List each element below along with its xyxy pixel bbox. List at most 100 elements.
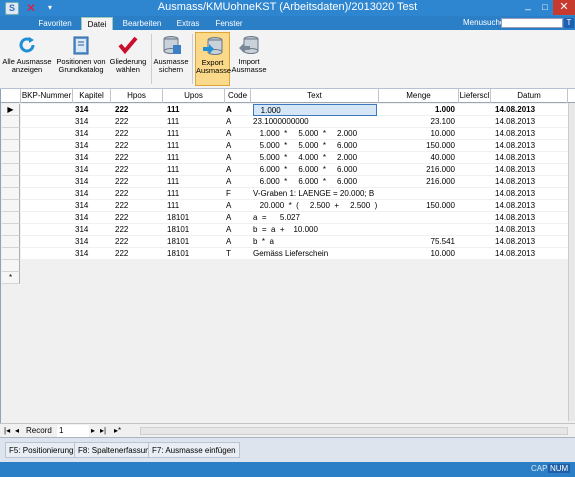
cell-datum[interactable]: 14.08.2013	[495, 188, 565, 200]
f5-positionierung-button[interactable]: F5: Positionierung	[5, 442, 78, 458]
cell-datum[interactable]: 14.08.2013	[495, 116, 565, 128]
cell-kapitel[interactable]: 314	[75, 104, 109, 116]
column-header-text[interactable]: Text	[251, 89, 379, 103]
cell-datum[interactable]: 14.08.2013	[495, 212, 565, 224]
new-record-marker[interactable]: *	[2, 272, 20, 284]
cell-code[interactable]: A	[226, 236, 248, 248]
cell-text[interactable]: 1.000 * 5.000 * 2.000	[253, 128, 377, 140]
cell-upos[interactable]: 111	[167, 164, 223, 176]
cell-upos[interactable]: 18101	[167, 224, 223, 236]
cell-upos[interactable]: 111	[167, 176, 223, 188]
cell-datum[interactable]: 14.08.2013	[495, 152, 565, 164]
cell-upos[interactable]: 111	[167, 128, 223, 140]
cell-menge[interactable]: 75.541	[381, 236, 455, 248]
row-selector[interactable]	[2, 200, 20, 212]
cell-code[interactable]: A	[226, 104, 248, 116]
cell-text[interactable]: 23.1000000000	[253, 116, 377, 128]
cell-kapitel[interactable]: 314	[75, 200, 109, 212]
cell-datum[interactable]: 14.08.2013	[495, 164, 565, 176]
tab-extras[interactable]: Extras	[171, 17, 205, 30]
table-row[interactable]: 314 222 18101 Ab * a 75.541 14.08.2013	[1, 236, 575, 248]
column-header-bkp[interactable]: BKP-Nummer	[21, 89, 73, 103]
row-selector[interactable]	[2, 236, 20, 248]
row-selector[interactable]	[2, 176, 20, 188]
cell-hpos[interactable]: 222	[115, 164, 155, 176]
positionen-von-grundkatalog-button[interactable]: Positionen von Grundkatalog	[55, 32, 107, 86]
table-row[interactable]: 314 222 111 A 6.000 * 6.000 * 6.000 216.000 1…	[1, 164, 575, 176]
cell-code[interactable]: A	[226, 116, 248, 128]
row-selector[interactable]	[2, 224, 20, 236]
cell-kapitel[interactable]: 314	[75, 116, 109, 128]
cell-text[interactable]: 6.000 * 6.000 * 6.000	[253, 176, 377, 188]
menusuche-input[interactable]	[501, 18, 563, 28]
row-selector[interactable]	[2, 164, 20, 176]
cell-code[interactable]: A	[226, 224, 248, 236]
tab-fenster[interactable]: Fenster	[210, 17, 248, 30]
cell-hpos[interactable]: 222	[115, 140, 155, 152]
row-selector[interactable]	[2, 212, 20, 224]
cell-code[interactable]: A	[226, 152, 248, 164]
column-header-menge[interactable]: Menge	[379, 89, 459, 103]
table-row[interactable]: 314 222 18101 T Gemäss Lieferschein 10.000 14.…	[1, 248, 575, 260]
cell-menge[interactable]: 150.000	[381, 200, 455, 212]
gliederung-waehlen-button[interactable]: Gliederung wählen	[107, 32, 149, 86]
cell-hpos[interactable]: 222	[115, 212, 155, 224]
cell-datum[interactable]: 14.08.2013	[495, 236, 565, 248]
cell-datum[interactable]: 14.08.2013	[495, 128, 565, 140]
row-selector[interactable]	[2, 260, 20, 272]
minimize-button[interactable]: _	[521, 0, 535, 14]
previous-record-button[interactable]: ◂	[15, 425, 19, 437]
table-row[interactable]: ▶ 314 222 111 A 1.000 1.000 14.08.2013	[1, 104, 575, 116]
cell-menge[interactable]: 10.000	[381, 128, 455, 140]
table-row[interactable]: 314 222 18101 Ab = a + 10.000 14.08.2013	[1, 224, 575, 236]
table-row[interactable]: 314 222 111 A 23.1000000000 23.100 14.08.2013	[1, 116, 575, 128]
cell-upos[interactable]: 111	[167, 152, 223, 164]
cell-menge[interactable]	[381, 224, 455, 236]
cell-hpos[interactable]: 222	[115, 104, 155, 116]
cell-code[interactable]: A	[226, 128, 248, 140]
last-record-button[interactable]: ▸|	[100, 425, 106, 437]
row-selector[interactable]	[2, 140, 20, 152]
column-header-kapitel[interactable]: Kapitel	[73, 89, 111, 103]
cell-text[interactable]: Gemäss Lieferschein	[253, 248, 377, 260]
cell-text[interactable]: b * a	[253, 236, 377, 248]
cell-text[interactable]: 1.000	[253, 104, 377, 116]
cell-code[interactable]: A	[226, 176, 248, 188]
cell-menge[interactable]: 1.000	[381, 104, 455, 116]
column-header-datum[interactable]: Datum	[491, 89, 568, 103]
cell-kapitel[interactable]: 314	[75, 248, 109, 260]
alle-ausmasse-anzeigen-button[interactable]: Alle Ausmasse anzeigen	[2, 32, 52, 86]
cell-datum[interactable]: 14.08.2013	[495, 140, 565, 152]
cell-code[interactable]: A	[226, 140, 248, 152]
cell-hpos[interactable]: 222	[115, 128, 155, 140]
cell-hpos[interactable]: 222	[115, 248, 155, 260]
cell-datum[interactable]: 14.08.2013	[495, 248, 565, 260]
cell-hpos[interactable]: 222	[115, 224, 155, 236]
table-row[interactable]: 314 222 111 A 20.000 * ( 2.500 + 2.500 ) 150…	[1, 200, 575, 212]
cell-code[interactable]: A	[226, 164, 248, 176]
cell-upos[interactable]: 18101	[167, 212, 223, 224]
cell-kapitel[interactable]: 314	[75, 128, 109, 140]
cell-text[interactable]: b = a + 10.000	[253, 224, 377, 236]
cell-kapitel[interactable]: 314	[75, 152, 109, 164]
cell-text[interactable]: a = 5.027	[253, 212, 377, 224]
cell-code[interactable]: A	[226, 200, 248, 212]
cell-kapitel[interactable]: 314	[75, 164, 109, 176]
f7-ausmasse-einfuegen-button[interactable]: F7: Ausmasse einfügen	[148, 442, 240, 458]
cell-code[interactable]: T	[226, 248, 248, 260]
cell-hpos[interactable]: 222	[115, 176, 155, 188]
column-header-upos[interactable]: Upos	[163, 89, 225, 103]
cell-hpos[interactable]: 222	[115, 236, 155, 248]
cell-upos[interactable]: 111	[167, 140, 223, 152]
first-record-button[interactable]: |◂	[4, 425, 10, 437]
column-header-lieferschein[interactable]: Lieferscl	[459, 89, 491, 103]
cell-upos[interactable]: 111	[167, 104, 223, 116]
tab-datei[interactable]: Datei	[81, 17, 113, 30]
cell-menge[interactable]: 216.000	[381, 164, 455, 176]
cell-menge[interactable]: 10.000	[381, 248, 455, 260]
export-ausmasse-button[interactable]: Export Ausmasse	[195, 32, 231, 86]
import-ausmasse-button[interactable]: Import Ausmasse	[231, 32, 267, 86]
cell-menge[interactable]	[381, 188, 455, 200]
cell-datum[interactable]: 14.08.2013	[495, 176, 565, 188]
column-header-code[interactable]: Code	[225, 89, 251, 103]
